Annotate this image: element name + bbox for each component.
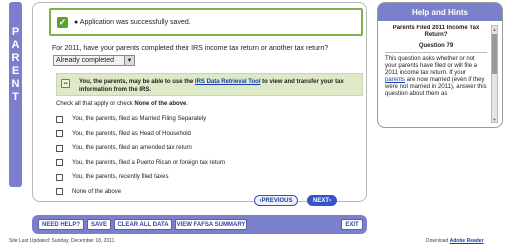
success-text: Application was successfully saved. xyxy=(79,18,191,26)
section-letter: E xyxy=(11,65,20,77)
option-list: You, the parents, filed as Married Filin… xyxy=(56,113,225,201)
option-married-separately[interactable]: You, the parents, filed as Married Filin… xyxy=(56,113,225,125)
help-content: Parents Filed 2011 Income Tax Return? Qu… xyxy=(385,25,487,123)
chevron-down-icon[interactable]: ▼ xyxy=(124,56,134,65)
adobe-reader-link[interactable]: Adobe Reader xyxy=(450,238,484,244)
option-foreign-return[interactable]: You, the parents, filed a Puerto Rican o… xyxy=(56,157,225,169)
question-text: For 2011, have your parents completed th… xyxy=(52,45,329,52)
form-panel: ✓ ● Application was successfully saved. … xyxy=(32,2,367,202)
info-icon: ▪▪ xyxy=(61,79,70,88)
select-value: Already completed xyxy=(56,57,114,64)
scroll-up-icon[interactable]: ▲ xyxy=(492,26,497,32)
tax-status-select[interactable]: Already completed ▼ xyxy=(53,55,135,66)
section-letter: P xyxy=(11,26,20,38)
help-panel: Help and Hints Parents Filed 2011 Income… xyxy=(377,2,503,128)
next-button[interactable]: NEXT › xyxy=(307,195,337,206)
scrollbar-thumb[interactable] xyxy=(492,34,497,74)
exit-button[interactable]: EXIT xyxy=(341,219,363,230)
option-label: None of the above xyxy=(72,188,122,195)
option-recently-filed[interactable]: You, the parents, recently filed taxes xyxy=(56,171,225,183)
option-label: You, the parents, filed an amended tax r… xyxy=(72,145,192,152)
checkbox[interactable] xyxy=(56,159,63,167)
download-reader: Download Adobe Reader xyxy=(426,238,484,244)
help-question: Parents Filed 2011 Income Tax Return? xyxy=(392,25,480,38)
bottom-toolbar: NEED HELP? SAVE CLEAR ALL DATA VIEW FAFS… xyxy=(32,215,367,234)
info-callout: ▪▪ You, the parents, may be able to use … xyxy=(56,73,363,96)
option-amended-return[interactable]: You, the parents, filed an amended tax r… xyxy=(56,142,225,154)
parents-link[interactable]: parents xyxy=(385,77,405,83)
option-head-of-household[interactable]: You, the parents, filed as Head of House… xyxy=(56,128,225,140)
option-none[interactable]: None of the above xyxy=(56,186,225,198)
view-fafsa-summary-button[interactable]: VIEW FAFSA SUMMARY xyxy=(175,219,247,230)
success-message: ✓ ● Application was successfully saved. xyxy=(49,8,363,36)
site-updated-text: Site Last Updated: Sunday, December 18, … xyxy=(9,238,115,244)
checkbox[interactable] xyxy=(56,173,63,181)
previous-button[interactable]: ‹ PREVIOUS xyxy=(254,195,298,206)
option-label: You, the parents, filed as Married Filin… xyxy=(72,116,207,122)
section-letter: A xyxy=(11,39,20,51)
help-text: This question asks whether or not your p… xyxy=(385,56,487,97)
section-letter: N xyxy=(11,78,20,90)
help-title: Help and Hints xyxy=(378,3,502,21)
check-instructions: Check all that apply or check None of th… xyxy=(56,101,189,107)
checkbox[interactable] xyxy=(56,115,63,123)
need-help-button[interactable]: NEED HELP? xyxy=(38,219,84,230)
section-letter: T xyxy=(12,91,19,103)
chevron-right-icon: › xyxy=(329,197,331,204)
checkbox[interactable] xyxy=(56,188,63,196)
help-scrollbar[interactable]: ▲ ▼ xyxy=(491,25,498,123)
irs-drt-link[interactable]: IRS Data Retrieval Tool xyxy=(195,79,261,85)
option-label: You, the parents, filed a Puerto Rican o… xyxy=(72,159,226,166)
section-letter: R xyxy=(11,52,20,64)
checkmark-icon: ✓ xyxy=(57,16,68,28)
scroll-down-icon[interactable]: ▼ xyxy=(492,116,497,122)
checkbox[interactable] xyxy=(56,130,63,138)
section-indicator: P A R E N T xyxy=(9,2,22,187)
help-question-number: Question 79 xyxy=(418,43,454,49)
option-label: You, the parents, filed as Head of House… xyxy=(72,130,191,137)
divider xyxy=(385,52,487,53)
save-button[interactable]: SAVE xyxy=(87,219,111,230)
clear-all-data-button[interactable]: CLEAR ALL DATA xyxy=(114,219,172,230)
checkbox[interactable] xyxy=(56,144,63,152)
info-text: You, the parents, may be able to use the… xyxy=(79,79,344,93)
option-label: You, the parents, recently filed taxes xyxy=(72,174,169,181)
